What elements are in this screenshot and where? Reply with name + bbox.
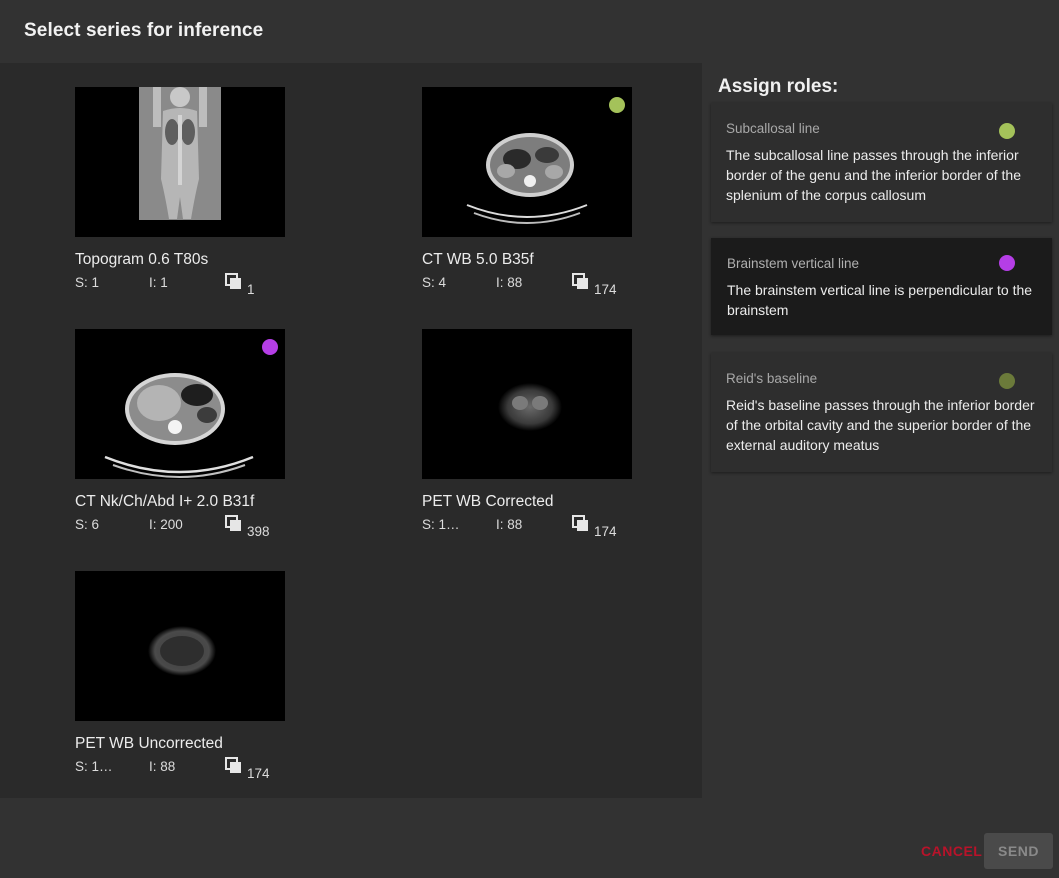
instance-count: 174 xyxy=(572,273,617,297)
copy-stack-icon xyxy=(572,273,590,291)
series-meta: S: 4 I: 88 174 xyxy=(422,273,652,297)
role-description: Reid's baseline passes through the infer… xyxy=(726,397,1035,453)
instance-count: 1 xyxy=(225,273,255,297)
instance-count: 398 xyxy=(225,515,270,539)
series-thumbnail xyxy=(422,329,632,479)
series-name: PET WB Corrected xyxy=(422,493,554,510)
instance-count-value: 1 xyxy=(247,282,255,297)
dialog-title: Select series for inference xyxy=(24,20,264,41)
role-name: Subcallosal line xyxy=(726,121,820,136)
send-button[interactable]: SEND xyxy=(984,833,1053,869)
role-color-dot xyxy=(999,255,1015,271)
role-description: The brainstem vertical line is perpendic… xyxy=(727,282,1033,318)
copy-stack-icon xyxy=(225,273,243,291)
instance-count: 174 xyxy=(225,757,270,781)
series-number: S: 6 xyxy=(75,517,100,532)
series-card-ct-wb[interactable]: CT WB 5.0 B35f S: 4 I: 88 174 xyxy=(422,87,652,297)
instance-count-value: 174 xyxy=(247,766,270,781)
series-panel: Topogram 0.6 T80s S: 1 I: 1 1 CT WB 5.0 … xyxy=(0,63,702,798)
series-thumbnail xyxy=(422,87,632,237)
role-card-reids-baseline[interactable]: Reid's baseline Reid's baseline passes t… xyxy=(711,353,1052,472)
role-name: Reid's baseline xyxy=(726,371,818,386)
series-meta: S: 6 I: 200 398 xyxy=(75,515,305,539)
series-name: CT WB 5.0 B35f xyxy=(422,251,534,268)
copy-stack-icon xyxy=(572,515,590,533)
role-name: Brainstem vertical line xyxy=(727,256,860,271)
image-count: I: 88 xyxy=(149,759,176,774)
series-number: S: 4 xyxy=(422,275,447,290)
image-count: I: 200 xyxy=(149,517,183,532)
roles-title: Assign roles: xyxy=(718,76,839,97)
instance-count-value: 398 xyxy=(247,524,270,539)
series-meta: S: 1… I: 88 174 xyxy=(75,757,305,781)
role-indicator-dot xyxy=(262,339,278,355)
series-name: CT Nk/Ch/Abd I+ 2.0 B31f xyxy=(75,493,255,510)
series-meta: S: 1 I: 1 1 xyxy=(75,273,305,297)
role-description: The subcallosal line passes through the … xyxy=(726,147,1021,203)
series-number: S: 1… xyxy=(75,759,113,774)
series-card-topogram[interactable]: Topogram 0.6 T80s S: 1 I: 1 1 xyxy=(75,87,305,297)
copy-stack-icon xyxy=(225,515,243,533)
role-card-subcallosal-line[interactable]: Subcallosal line The subcallosal line pa… xyxy=(711,103,1052,222)
role-indicator-dot xyxy=(609,97,625,113)
instance-count: 174 xyxy=(572,515,617,539)
series-thumbnail xyxy=(75,329,285,479)
instance-count-value: 174 xyxy=(594,524,617,539)
role-card-brainstem-vertical-line[interactable]: Brainstem vertical line The brainstem ve… xyxy=(711,238,1052,335)
copy-stack-icon xyxy=(225,757,243,775)
series-number: S: 1… xyxy=(422,517,460,532)
image-count: I: 88 xyxy=(496,517,523,532)
image-count: I: 1 xyxy=(149,275,168,290)
series-card-ct-nk-ch-abd[interactable]: CT Nk/Ch/Abd I+ 2.0 B31f S: 6 I: 200 398 xyxy=(75,329,305,539)
series-card-pet-uncorrected[interactable]: PET WB Uncorrected S: 1… I: 88 174 xyxy=(75,571,305,781)
image-count: I: 88 xyxy=(496,275,523,290)
instance-count-value: 174 xyxy=(594,282,617,297)
series-thumbnail xyxy=(75,87,285,237)
role-color-dot xyxy=(999,373,1015,389)
role-color-dot xyxy=(999,123,1015,139)
series-thumbnail xyxy=(75,571,285,721)
cancel-button[interactable]: CANCEL xyxy=(921,843,982,859)
series-name: PET WB Uncorrected xyxy=(75,735,223,752)
series-number: S: 1 xyxy=(75,275,100,290)
series-name: Topogram 0.6 T80s xyxy=(75,251,209,268)
series-meta: S: 1… I: 88 174 xyxy=(422,515,652,539)
series-card-pet-corrected[interactable]: PET WB Corrected S: 1… I: 88 174 xyxy=(422,329,652,539)
